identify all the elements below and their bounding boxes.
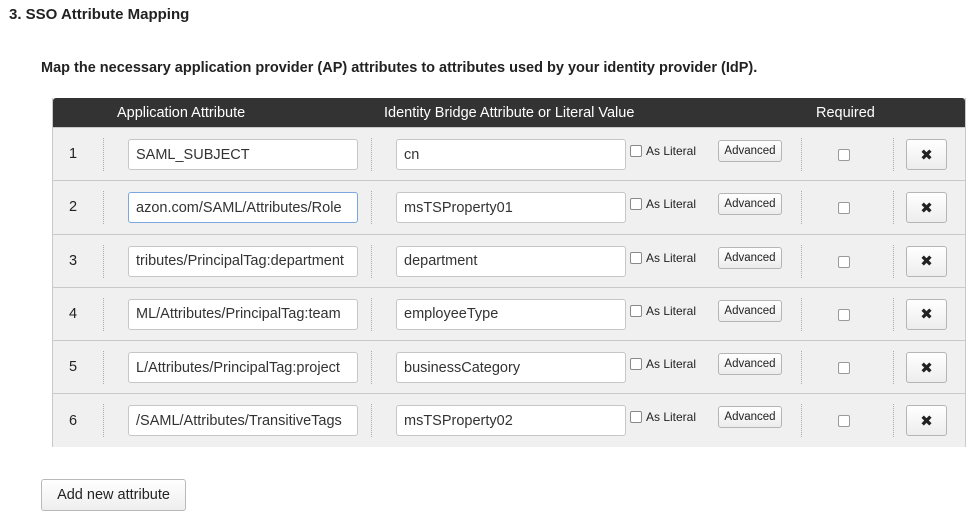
identity-attribute-input[interactable]: department [396,245,626,277]
row-divider [103,191,104,225]
as-literal-checkbox[interactable] [630,251,642,264]
table-row: 5 L/Attributes/PrincipalTag:project busi… [53,340,965,394]
sso-attribute-mapping-page: 3. SSO Attribute Mapping Map the necessa… [0,0,974,518]
advanced-button[interactable]: Advanced [718,246,782,269]
row-number: 1 [68,146,78,163]
row-divider [103,244,104,278]
row-number: 4 [68,306,78,323]
close-icon: ✖ [920,412,933,430]
advanced-button[interactable]: Advanced [718,353,782,376]
row-divider [893,138,894,171]
required-checkbox[interactable] [838,149,850,161]
table-row: 1 SAML_SUBJECT cn As Literal Advanced ✖ [53,127,965,181]
close-icon: ✖ [920,199,933,217]
identity-attribute-input[interactable]: msTSProperty02 [396,405,626,437]
header-required: Required [816,105,875,121]
advanced-button[interactable]: Advanced [718,193,782,216]
as-literal-option[interactable]: As Literal [630,304,696,318]
as-literal-option[interactable]: As Literal [630,251,696,265]
row-number: 2 [68,199,78,216]
row-divider [103,404,104,438]
row-divider [893,191,894,225]
as-literal-checkbox[interactable] [630,304,642,317]
table-row: 2 azon.com/SAML/Attributes/Role msTSProp… [53,180,965,234]
as-literal-label: As Literal [646,250,697,265]
identity-attribute-input[interactable]: msTSProperty01 [396,192,626,224]
application-attribute-input[interactable]: L/Attributes/PrincipalTag:project [128,352,358,384]
row-divider [801,351,802,385]
identity-attribute-input[interactable]: cn [396,139,626,170]
as-literal-option[interactable]: As Literal [630,357,696,371]
as-literal-option[interactable]: As Literal [630,410,696,424]
required-checkbox[interactable] [838,308,850,321]
table-header: Application Attribute Identity Bridge At… [53,98,965,127]
as-literal-label: As Literal [646,144,697,158]
as-literal-label: As Literal [646,197,697,212]
application-attribute-input[interactable]: tributes/PrincipalTag:department [128,245,358,277]
row-number: 5 [68,359,78,376]
row-divider [371,404,372,438]
row-divider [371,191,372,225]
mapping-description: Map the necessary application provider (… [41,60,758,76]
application-attribute-input[interactable]: /SAML/Attributes/TransitiveTags [128,405,358,437]
delete-row-button[interactable]: ✖ [906,298,947,330]
application-attribute-input[interactable]: azon.com/SAML/Attributes/Role [128,192,358,224]
advanced-button[interactable]: Advanced [718,406,782,429]
close-icon: ✖ [920,306,933,324]
row-divider [893,297,894,331]
attribute-mapping-table: Application Attribute Identity Bridge At… [52,98,966,447]
table-row: 3 tributes/PrincipalTag:department depar… [53,233,965,287]
row-divider [893,404,894,438]
row-divider [801,297,802,331]
row-divider [801,244,802,278]
row-divider [103,297,104,331]
as-literal-option[interactable]: As Literal [630,197,696,211]
application-attribute-input[interactable]: SAML_SUBJECT [128,139,358,170]
as-literal-label: As Literal [646,357,697,372]
delete-row-button[interactable]: ✖ [906,245,947,277]
as-literal-checkbox[interactable] [630,145,642,157]
row-number: 3 [68,252,78,269]
as-literal-label: As Literal [646,410,697,425]
row-divider [371,138,372,171]
header-application-attribute: Application Attribute [117,105,246,121]
advanced-button[interactable]: Advanced [718,140,782,162]
required-checkbox[interactable] [838,415,850,428]
section-title: 3. SSO Attribute Mapping [9,6,190,23]
row-divider [801,191,802,225]
row-divider [371,297,372,331]
required-checkbox[interactable] [838,255,850,268]
as-literal-option[interactable]: As Literal [630,144,696,158]
identity-attribute-input[interactable]: businessCategory [396,352,626,384]
row-divider [801,404,802,438]
row-divider [103,138,104,171]
as-literal-label: As Literal [646,303,697,318]
as-literal-checkbox[interactable] [630,411,642,424]
delete-row-button[interactable]: ✖ [906,405,947,437]
application-attribute-input[interactable]: ML/Attributes/PrincipalTag:team [128,298,358,330]
as-literal-checkbox[interactable] [630,198,642,211]
delete-row-button[interactable]: ✖ [906,139,947,170]
add-new-attribute-button[interactable]: Add new attribute [41,479,186,511]
row-divider [893,244,894,278]
table-row: 4 ML/Attributes/PrincipalTag:team employ… [53,286,965,341]
row-divider [103,351,104,385]
close-icon: ✖ [920,253,933,271]
close-icon: ✖ [920,146,933,164]
required-checkbox[interactable] [838,202,850,215]
advanced-button[interactable]: Advanced [718,299,782,322]
table-row: 6 /SAML/Attributes/TransitiveTags msTSPr… [53,393,965,447]
row-number: 6 [68,412,78,429]
delete-row-button[interactable]: ✖ [906,352,947,384]
row-divider [371,351,372,385]
as-literal-checkbox[interactable] [630,358,642,371]
close-icon: ✖ [920,359,933,377]
header-identity-attribute: Identity Bridge Attribute or Literal Val… [384,105,635,121]
row-divider [893,351,894,385]
delete-row-button[interactable]: ✖ [906,192,947,224]
row-divider [371,244,372,278]
required-checkbox[interactable] [838,362,850,375]
row-divider [801,138,802,171]
identity-attribute-input[interactable]: employeeType [396,298,626,330]
